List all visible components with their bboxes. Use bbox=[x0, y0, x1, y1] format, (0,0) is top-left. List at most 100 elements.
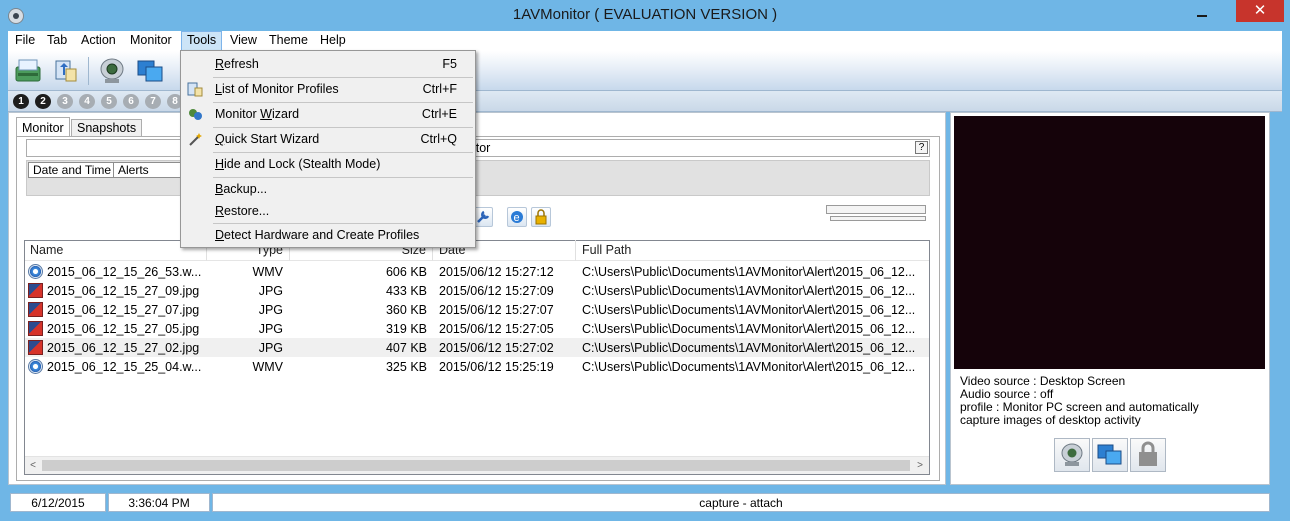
screens-icon bbox=[137, 60, 163, 82]
screen-source-button[interactable] bbox=[1092, 438, 1128, 472]
menu-detect-hardware[interactable]: Detect Hardware and Create Profiles bbox=[215, 228, 419, 242]
help-button[interactable]: ? bbox=[915, 141, 928, 154]
menu-list-profiles[interactable]: List of Monitor Profiles bbox=[215, 82, 339, 96]
menu-separator bbox=[213, 127, 473, 128]
lock-button[interactable] bbox=[531, 207, 551, 227]
scroll-left-icon[interactable]: < bbox=[25, 458, 41, 474]
minimize-button[interactable] bbox=[1188, 4, 1218, 24]
profile-description: capture images of desktop activity bbox=[960, 413, 1141, 427]
profile-tab-5[interactable]: 5 bbox=[101, 94, 117, 109]
file-size: 606 KB bbox=[385, 265, 427, 279]
tray-icon bbox=[15, 59, 41, 82]
profile-tab-7[interactable]: 7 bbox=[145, 94, 161, 109]
menu-monitor-wizard[interactable]: Monitor Wizard bbox=[215, 107, 299, 121]
magic-wand-icon bbox=[189, 133, 202, 146]
shortcut-list-profiles: Ctrl+F bbox=[422, 82, 457, 96]
menu-tab[interactable]: Tab bbox=[47, 31, 67, 51]
file-name: 2015_06_12_15_27_02.jpg bbox=[47, 341, 200, 355]
file-size: 319 KB bbox=[385, 322, 427, 336]
profile-tab-2[interactable]: 2 bbox=[35, 94, 51, 109]
alerts-col-alerts[interactable]: Alerts bbox=[113, 162, 183, 178]
file-path: C:\Users\Public\Documents\1AVMonitor\Ale… bbox=[582, 360, 916, 374]
table-row[interactable]: 2015_06_12_15_27_09.jpg JPG 433 KB 2015/… bbox=[25, 281, 929, 300]
scrollbar-thumb[interactable] bbox=[42, 460, 910, 471]
scroll-right-icon[interactable]: > bbox=[912, 458, 928, 474]
table-row[interactable]: 2015_06_12_15_27_02.jpg JPG 407 KB 2015/… bbox=[25, 338, 929, 357]
profiles-icon bbox=[55, 60, 77, 82]
profile-tab-3[interactable]: 3 bbox=[57, 94, 73, 109]
menu-refresh[interactable]: Refresh bbox=[215, 57, 259, 71]
file-size: 433 KB bbox=[385, 284, 427, 298]
alerts-col-datetime[interactable]: Date and Time bbox=[28, 162, 114, 178]
browser-button[interactable]: e bbox=[507, 207, 527, 227]
settings-button[interactable] bbox=[473, 207, 493, 227]
menu-restore[interactable]: Restore... bbox=[215, 204, 269, 218]
file-date: 2015/06/12 15:27:07 bbox=[439, 303, 554, 317]
image-file-icon bbox=[28, 340, 43, 355]
wrench-icon bbox=[477, 210, 490, 223]
menu-theme[interactable]: Theme bbox=[269, 31, 308, 51]
file-size: 360 KB bbox=[385, 303, 427, 317]
menu-bar: File Tab Action Monitor Tools View Theme… bbox=[8, 31, 1282, 51]
menu-separator bbox=[213, 152, 473, 153]
file-name: 2015_06_12_15_27_07.jpg bbox=[47, 303, 200, 317]
table-row[interactable]: 2015_06_12_15_27_05.jpg JPG 319 KB 2015/… bbox=[25, 319, 929, 338]
profile-tab-1[interactable]: 1 bbox=[13, 94, 29, 109]
tab-snapshots[interactable]: Snapshots bbox=[71, 119, 143, 137]
file-path: C:\Users\Public\Documents\1AVMonitor\Ale… bbox=[582, 265, 916, 279]
video-file-icon bbox=[28, 359, 43, 374]
file-type: WMV bbox=[252, 265, 283, 279]
menu-view[interactable]: View bbox=[230, 31, 257, 51]
profile-tab-6[interactable]: 6 bbox=[123, 94, 139, 109]
profiles-icon bbox=[187, 82, 203, 97]
screens-icon bbox=[1097, 444, 1122, 465]
table-row[interactable]: 2015_06_12_15_25_04.w... WMV 325 KB 2015… bbox=[25, 357, 929, 376]
title-bar: 1AVMonitor ( EVALUATION VERSION ) ✕ bbox=[0, 0, 1290, 31]
profile-tab-4[interactable]: 4 bbox=[79, 94, 95, 109]
webcam-icon bbox=[1061, 443, 1083, 466]
table-row[interactable]: 2015_06_12_15_27_07.jpg JPG 360 KB 2015/… bbox=[25, 300, 929, 319]
menu-tools[interactable]: Tools bbox=[181, 31, 222, 51]
lock-icon bbox=[535, 209, 547, 225]
table-row[interactable]: 2015_06_12_15_26_53.w... WMV 606 KB 2015… bbox=[25, 262, 929, 281]
close-button[interactable]: ✕ bbox=[1236, 0, 1284, 22]
menu-help[interactable]: Help bbox=[320, 31, 346, 51]
tools-menu: Refresh F5 List of Monitor Profiles Ctrl… bbox=[180, 50, 476, 248]
menu-separator bbox=[213, 77, 473, 78]
horizontal-scrollbar[interactable]: < > bbox=[25, 456, 929, 474]
toolbar-tray-button[interactable] bbox=[12, 55, 44, 87]
video-level-meter bbox=[826, 205, 926, 214]
menu-action[interactable]: Action bbox=[81, 31, 116, 51]
shortcut-refresh: F5 bbox=[442, 57, 457, 71]
wizard-icon bbox=[189, 109, 202, 120]
file-name: 2015_06_12_15_27_05.jpg bbox=[47, 322, 200, 336]
menu-quick-start-wizard[interactable]: Quick Start Wizard bbox=[215, 132, 319, 146]
tab-monitor[interactable]: Monitor bbox=[16, 117, 70, 137]
webcam-icon bbox=[100, 58, 124, 83]
file-name: 2015_06_12_15_25_04.w... bbox=[47, 360, 202, 374]
menu-hide-and-lock[interactable]: Hide and Lock (Stealth Mode) bbox=[215, 157, 380, 171]
file-date: 2015/06/12 15:27:02 bbox=[439, 341, 554, 355]
col-full-path[interactable]: Full Path bbox=[576, 240, 929, 261]
file-date: 2015/06/12 15:25:19 bbox=[439, 360, 554, 374]
status-message: capture - attach bbox=[212, 493, 1270, 512]
camera-source-button[interactable] bbox=[1054, 438, 1090, 472]
file-path: C:\Users\Public\Documents\1AVMonitor\Ale… bbox=[582, 341, 916, 355]
toolbar-separator bbox=[88, 57, 89, 85]
toolbar-screens-button[interactable] bbox=[134, 55, 166, 87]
menu-monitor[interactable]: Monitor bbox=[130, 31, 172, 51]
monitor-info-header: nitor ? bbox=[26, 139, 930, 157]
image-file-icon bbox=[28, 302, 43, 317]
menu-separator bbox=[213, 102, 473, 103]
video-preview bbox=[954, 116, 1265, 369]
file-date: 2015/06/12 15:27:05 bbox=[439, 322, 554, 336]
menu-backup[interactable]: Backup... bbox=[215, 182, 267, 196]
lock-source-button[interactable] bbox=[1130, 438, 1166, 472]
ie-icon: e bbox=[511, 211, 523, 224]
status-time: 3:36:04 PM bbox=[108, 493, 210, 512]
file-type: JPG bbox=[258, 341, 283, 355]
file-size: 407 KB bbox=[385, 341, 427, 355]
menu-file[interactable]: File bbox=[15, 31, 35, 51]
toolbar-camera-button[interactable] bbox=[96, 55, 128, 87]
toolbar-profiles-button[interactable] bbox=[50, 55, 82, 87]
